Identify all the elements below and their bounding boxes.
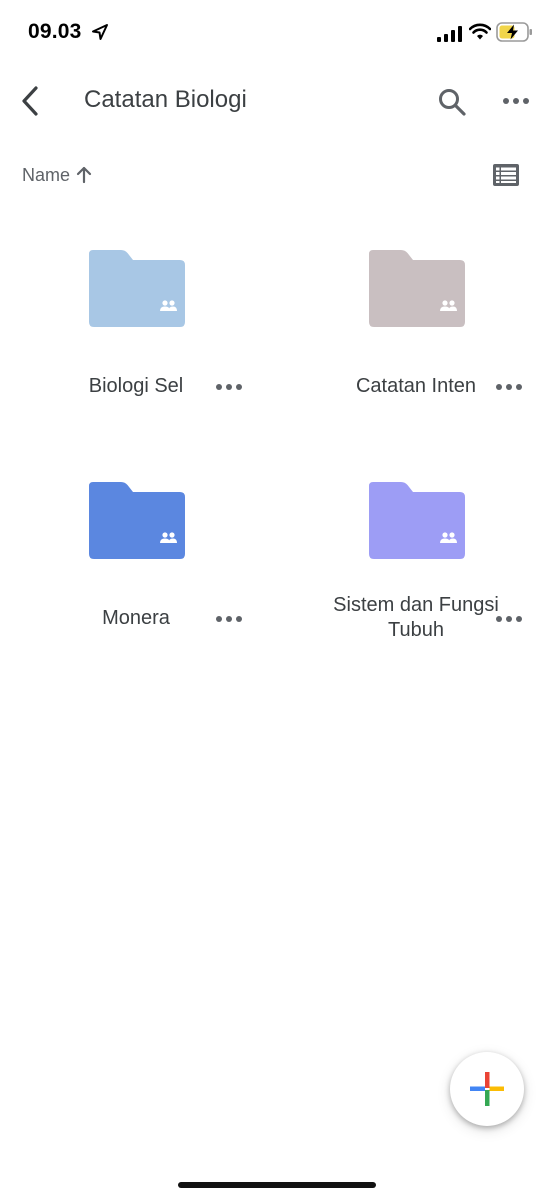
home-indicator (178, 1182, 376, 1188)
wifi-icon (469, 23, 491, 40)
more-options-button[interactable] (498, 86, 534, 116)
search-button[interactable] (434, 84, 470, 120)
shared-folder-icon[interactable] (89, 250, 185, 328)
sort-by-name-button[interactable]: Name (22, 162, 94, 188)
status-time: 09.03 (28, 20, 82, 43)
more-horizontal-icon (216, 616, 242, 622)
back-button[interactable] (14, 84, 48, 118)
location-arrow-icon (92, 24, 108, 40)
shared-folder-icon[interactable] (89, 482, 185, 560)
folder-more-button[interactable] (492, 609, 526, 629)
chevron-left-icon (22, 86, 38, 116)
sort-label: Name (22, 164, 71, 185)
page-title: Catatan Biologi (84, 86, 247, 113)
list-view-button[interactable] (490, 162, 522, 188)
arrow-up-icon (76, 166, 92, 184)
more-horizontal-icon (496, 384, 522, 390)
folder-card[interactable]: Catatan Inten (280, 250, 554, 470)
cellular-signal-icon (437, 26, 462, 42)
more-horizontal-icon (496, 616, 522, 622)
folder-more-button[interactable] (212, 609, 246, 629)
battery-charging-icon (496, 22, 532, 42)
folder-more-button[interactable] (492, 377, 526, 397)
more-horizontal-icon (503, 98, 529, 104)
shared-folder-icon[interactable] (369, 250, 465, 328)
folder-card[interactable]: Sistem dan Fungsi Tubuh (280, 482, 554, 702)
new-item-button[interactable] (450, 1052, 524, 1126)
shared-folder-icon[interactable] (369, 482, 465, 560)
plus-icon (470, 1072, 504, 1106)
folder-name[interactable]: Sistem dan Fungsi Tubuh (320, 593, 512, 643)
folder-card[interactable]: Monera (0, 482, 277, 702)
more-horizontal-icon (216, 384, 242, 390)
folder-more-button[interactable] (212, 377, 246, 397)
folder-card[interactable]: Biologi Sel (0, 250, 277, 470)
search-icon (439, 89, 466, 116)
